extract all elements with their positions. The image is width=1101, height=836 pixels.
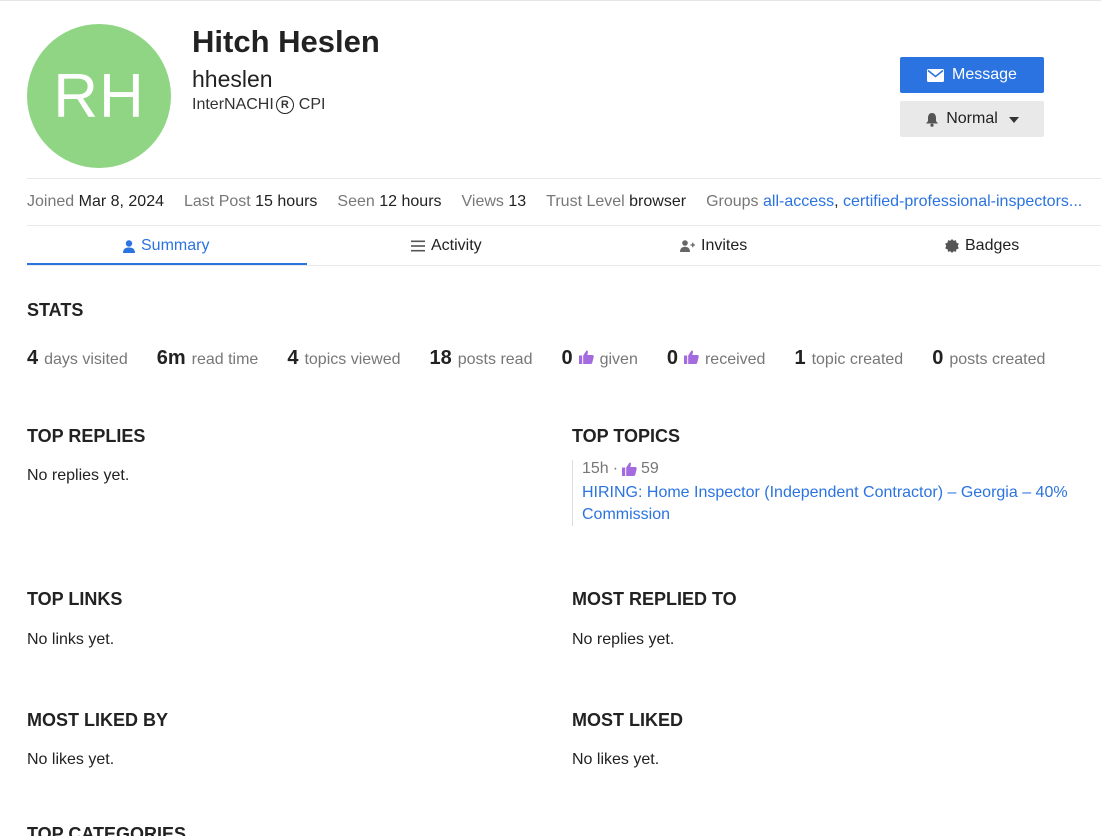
- tab-activity[interactable]: Activity: [411, 226, 482, 266]
- stat-value: 4: [287, 347, 299, 369]
- views-value: 13: [508, 193, 527, 210]
- stat-read-time: 6m read time: [157, 347, 259, 370]
- stat-value: 0: [561, 347, 573, 369]
- tab-badges[interactable]: Badges: [945, 226, 1019, 266]
- trust-level-label: Trust Level: [546, 193, 625, 210]
- stat-label: topics viewed: [304, 351, 401, 368]
- trust-level-stat: Trust Level browser: [546, 193, 686, 211]
- stat-topics-viewed: 4 topics viewed: [287, 347, 400, 370]
- message-button[interactable]: Message: [900, 57, 1044, 93]
- stat-label: received: [704, 351, 766, 368]
- user-meta-row: Joined Mar 8, 2024 Last Post 15 hours Se…: [27, 178, 1101, 226]
- stat-label: read time: [191, 351, 259, 368]
- views-label: Views: [461, 193, 504, 210]
- topic-likes: 59: [641, 460, 659, 477]
- caret-down-icon: [1008, 117, 1019, 123]
- user-title: InterNACHI R CPI: [192, 96, 325, 114]
- top-categories-heading: TOP CATEGORIES: [27, 824, 187, 836]
- tab-activity-label: Activity: [431, 237, 482, 254]
- tab-summary-label: Summary: [141, 237, 210, 254]
- seen-stat: Seen 12 hours: [337, 193, 441, 211]
- notification-level-label: Normal: [946, 110, 998, 127]
- most-replied-to-heading: MOST REPLIED TO: [572, 589, 737, 609]
- list-icon: [411, 240, 425, 252]
- joined-value: Mar 8, 2024: [78, 193, 164, 210]
- user-title-prefix: InterNACHI: [192, 96, 274, 113]
- thumbs-up-icon: [683, 350, 699, 364]
- stats-row: 4 days visited 6m read time 4 topics vie…: [27, 347, 1074, 370]
- stats-heading: STATS: [27, 300, 84, 320]
- stat-label: posts read: [457, 351, 533, 368]
- top-border: [0, 0, 1101, 1]
- tab-invites[interactable]: Invites: [680, 226, 747, 266]
- tab-invites-label: Invites: [701, 237, 748, 254]
- seen-label: Seen: [337, 193, 375, 210]
- notification-level-dropdown[interactable]: Normal: [900, 101, 1044, 137]
- topic-title-link[interactable]: HIRING: Home Inspector (Independent Cont…: [582, 482, 1082, 526]
- thumbs-up-icon: [578, 350, 594, 364]
- stat-label: topic created: [811, 351, 904, 368]
- top-replies-heading: TOP REPLIES: [27, 426, 146, 446]
- user-full-name: Hitch Heslen: [192, 24, 380, 59]
- topic-meta-separator: ·: [612, 460, 619, 477]
- user-icon: [123, 239, 135, 253]
- badge-icon: [945, 239, 959, 253]
- stat-value: 6m: [156, 347, 186, 369]
- stat-label: days visited: [44, 351, 128, 368]
- most-liked-heading: MOST LIKED: [572, 710, 683, 730]
- top-topics-heading: TOP TOPICS: [572, 426, 681, 446]
- stat-value: 1: [794, 347, 806, 369]
- stat-likes-received: 0 received: [667, 347, 766, 370]
- stat-label: posts created: [949, 351, 1046, 368]
- stat-days-visited: 4 days visited: [27, 347, 128, 370]
- stat-posts-created: 0 posts created: [932, 347, 1045, 370]
- message-button-label: Message: [952, 66, 1017, 83]
- envelope-icon: [927, 68, 945, 82]
- registered-mark-icon: R: [275, 96, 294, 114]
- most-liked-by-heading: MOST LIKED BY: [27, 710, 169, 730]
- most-liked-by-empty: No likes yet.: [27, 751, 115, 768]
- stat-value: 0: [666, 347, 678, 369]
- profile-tabs: Summary Activity Invites Badges: [27, 226, 1101, 266]
- top-topic-item: 15h · 59 HIRING: Home Inspector (Indepen…: [572, 460, 1082, 526]
- groups-label: Groups: [706, 193, 759, 210]
- top-replies-empty: No replies yet.: [27, 467, 130, 484]
- groups-stat: Groups all-access, certified-professiona…: [706, 193, 1082, 211]
- trust-level-value: browser: [629, 193, 687, 210]
- topic-age: 15h: [582, 460, 609, 477]
- user-title-suffix: CPI: [298, 96, 326, 113]
- stat-topics-created: 1 topic created: [794, 347, 903, 370]
- thumbs-up-icon: [622, 462, 637, 476]
- stat-value: 4: [27, 347, 39, 369]
- active-tab-indicator: [27, 263, 307, 265]
- last-post-value[interactable]: 15 hours: [255, 193, 317, 210]
- last-post-label: Last Post: [184, 193, 251, 210]
- tab-badges-label: Badges: [965, 237, 1020, 254]
- top-links-empty: No links yet.: [27, 631, 115, 648]
- stat-label: given: [599, 351, 638, 368]
- user-plus-icon: [680, 240, 695, 252]
- most-liked-empty: No likes yet.: [572, 751, 660, 768]
- last-post-stat[interactable]: Last Post 15 hours: [184, 193, 317, 211]
- avatar[interactable]: RH: [27, 24, 171, 168]
- username: hheslen: [192, 66, 273, 92]
- stat-value: 18: [429, 347, 452, 369]
- joined-stat: Joined Mar 8, 2024: [27, 193, 164, 211]
- seen-value: 12 hours: [379, 193, 442, 210]
- group-separator: ,: [834, 193, 839, 210]
- most-replied-to-empty: No replies yet.: [572, 631, 675, 648]
- stat-likes-given: 0 given: [561, 347, 637, 370]
- bell-icon: [926, 112, 939, 127]
- tab-summary[interactable]: Summary: [123, 226, 209, 266]
- views-stat: Views 13: [462, 193, 527, 211]
- stat-value: 0: [932, 347, 944, 369]
- joined-label: Joined: [27, 193, 75, 210]
- stat-posts-read: 18 posts read: [430, 347, 533, 370]
- group-link-certified-inspectors[interactable]: certified-professional-inspectors...: [843, 193, 1082, 210]
- group-link-all-access[interactable]: all-access: [763, 193, 834, 210]
- top-links-heading: TOP LINKS: [27, 589, 123, 609]
- topic-meta: 15h · 59: [582, 460, 1082, 478]
